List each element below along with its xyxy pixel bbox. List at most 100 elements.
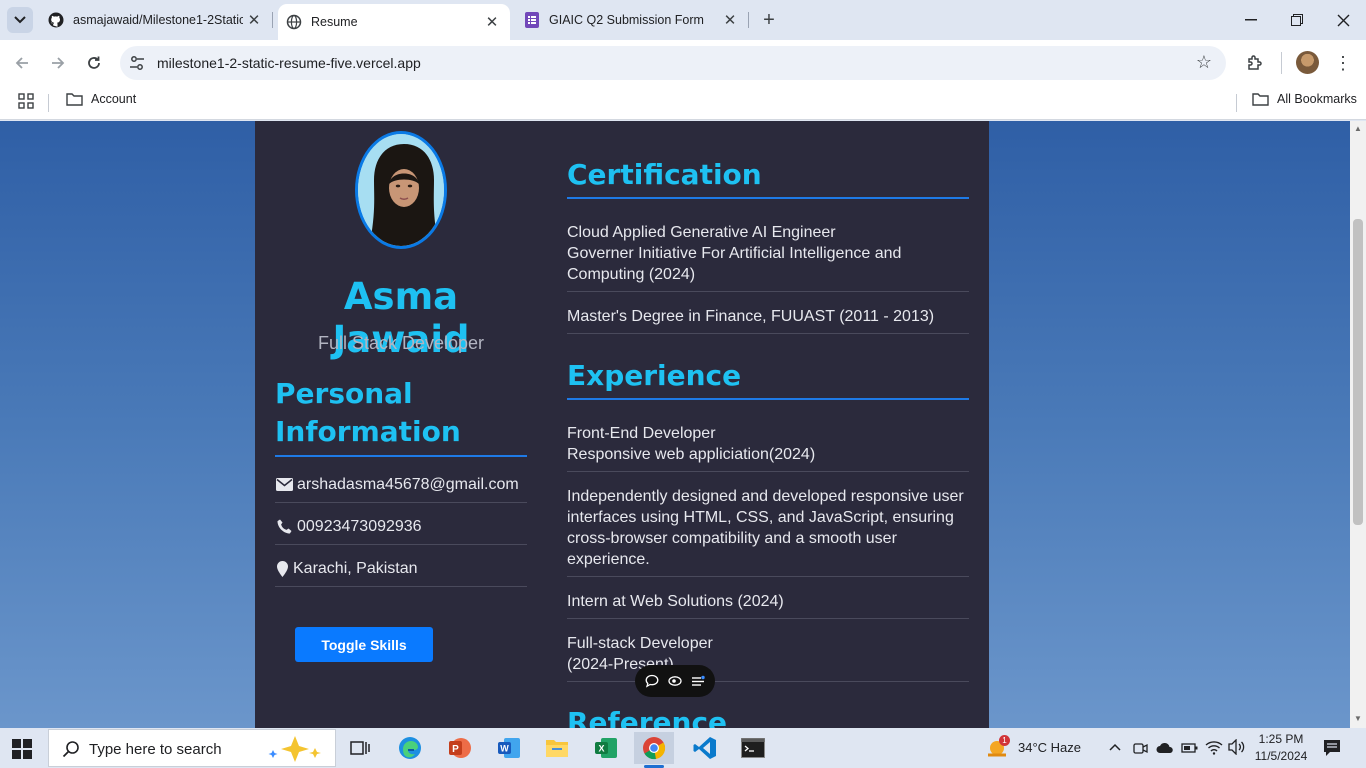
taskbar-vscode[interactable] xyxy=(685,732,725,764)
bookmark-account[interactable]: Account xyxy=(66,92,136,106)
chat-bubble-icon[interactable] xyxy=(645,674,659,688)
menu-kebab-icon[interactable]: ⋮ xyxy=(1330,50,1356,76)
personal-info-heading: Personal Information xyxy=(275,375,527,457)
taskbar-chrome-active[interactable] xyxy=(634,732,674,768)
certification-title: Cloud Applied Generative AI Engineer xyxy=(567,224,836,241)
folder-icon xyxy=(66,92,83,106)
chrome-icon xyxy=(643,737,666,760)
windows-start-icon[interactable] xyxy=(12,739,32,759)
bookmark-star-icon[interactable]: ☆ xyxy=(1196,52,1212,73)
experience-item: Front-End Developer Responsive web appli… xyxy=(567,423,969,472)
close-window-button[interactable] xyxy=(1320,0,1366,40)
reload-button[interactable] xyxy=(80,49,108,77)
folder-icon xyxy=(1252,92,1269,106)
contact-email: arshadasma45678@gmail.com xyxy=(275,461,527,503)
task-view-button[interactable] xyxy=(340,732,380,764)
bookmarks-bar: Account All Bookmarks xyxy=(0,86,1366,120)
onedrive-cloud-icon[interactable] xyxy=(1156,741,1174,759)
weather-widget-icon[interactable]: 1 xyxy=(986,735,1012,761)
certification-item: Master's Degree in Finance, FUUAST (2011… xyxy=(567,306,969,334)
battery-icon[interactable] xyxy=(1181,741,1199,759)
apps-grid-icon[interactable] xyxy=(18,93,34,109)
taskbar-terminal[interactable] xyxy=(733,732,773,764)
tab-separator xyxy=(272,12,273,28)
word-icon: W xyxy=(498,738,520,758)
back-button[interactable] xyxy=(8,49,36,77)
taskbar-file-explorer[interactable] xyxy=(537,732,577,764)
profile-photo xyxy=(355,131,447,249)
wifi-icon[interactable] xyxy=(1205,739,1223,760)
github-icon xyxy=(48,12,64,28)
extensions-button[interactable] xyxy=(1242,50,1268,76)
folder-icon xyxy=(546,740,568,757)
taskbar-word[interactable]: W xyxy=(489,732,529,764)
contact-phone: 00923473092936 xyxy=(275,503,527,545)
scroll-up-icon[interactable]: ▲ xyxy=(1353,124,1363,134)
eye-icon[interactable] xyxy=(668,674,682,688)
experience-item: Full-stack Developer (2024-Present) xyxy=(567,633,969,682)
tab-resume-active[interactable]: Resume ✕ xyxy=(278,4,510,40)
excel-icon: X xyxy=(595,738,617,758)
globe-icon xyxy=(286,14,302,30)
close-tab-icon[interactable]: ✕ xyxy=(484,14,500,31)
taskbar-search-box[interactable]: Type here to search xyxy=(48,729,336,767)
restore-button[interactable] xyxy=(1274,0,1320,40)
tab-github[interactable]: asmajawaid/Milestone1-2Static ✕ xyxy=(40,0,272,40)
chevron-down-icon xyxy=(14,16,26,24)
phone-icon xyxy=(275,519,293,535)
site-settings-icon[interactable] xyxy=(128,54,146,72)
notification-center-icon[interactable] xyxy=(1323,739,1341,762)
taskbar-powerpoint[interactable]: P xyxy=(439,732,479,764)
scrollbar-thumb[interactable] xyxy=(1353,219,1363,525)
clock-date: 11/5/2024 xyxy=(1254,749,1308,763)
experience-title: Full-stack Developer xyxy=(567,635,713,652)
page-scrollbar[interactable]: ▲ ▼ xyxy=(1350,121,1366,728)
tab-giaic-form[interactable]: GIAIC Q2 Submission Form ✕ xyxy=(516,0,748,40)
search-highlight-sparkle-icon xyxy=(268,736,321,762)
reload-icon xyxy=(88,56,100,69)
forward-button[interactable] xyxy=(44,49,72,77)
weather-text[interactable]: 34°C Haze xyxy=(1018,740,1081,755)
svg-text:X: X xyxy=(598,744,604,754)
toggle-skills-button[interactable]: Toggle Skills xyxy=(295,627,433,662)
contact-location-text: Karachi, Pakistan xyxy=(293,559,418,577)
contact-phone-text: 00923473092936 xyxy=(297,517,422,535)
profile-avatar[interactable] xyxy=(1296,51,1319,74)
certification-title: Master's Degree in Finance, FUUAST (2011… xyxy=(567,308,935,325)
minimize-button[interactable] xyxy=(1228,0,1274,40)
meet-now-icon[interactable] xyxy=(1133,740,1149,761)
certification-issuer: Governer Initiative For Artificial Intel… xyxy=(567,245,902,283)
tab-title: asmajawaid/Milestone1-2Static xyxy=(73,13,243,27)
tab-search-button[interactable] xyxy=(7,7,33,33)
experience-detail: Responsive web appliciation(2024) xyxy=(567,446,816,463)
vscode-icon xyxy=(693,737,716,759)
system-clock[interactable]: 1:25 PM 11/5/2024 xyxy=(1251,731,1311,765)
url-text: milestone1-2-static-resume-five.vercel.a… xyxy=(157,55,421,71)
arrow-right-icon xyxy=(52,57,65,69)
chevron-up-icon[interactable] xyxy=(1108,740,1122,759)
terminal-icon xyxy=(741,738,765,758)
page-viewport: Asma Jawaid Full Stack Developer Persona… xyxy=(0,121,1350,728)
address-bar[interactable]: milestone1-2-static-resume-five.vercel.a… xyxy=(120,46,1226,80)
puzzle-icon xyxy=(1248,55,1262,70)
close-tab-icon[interactable]: ✕ xyxy=(246,12,262,29)
tab-separator xyxy=(748,12,749,28)
close-icon xyxy=(1337,14,1349,26)
scroll-down-icon[interactable]: ▼ xyxy=(1353,714,1363,724)
resume-card: Asma Jawaid Full Stack Developer Persona… xyxy=(255,121,989,728)
all-bookmarks[interactable]: All Bookmarks xyxy=(1252,92,1357,106)
weather-badge: 1 xyxy=(999,735,1010,746)
bookmarks-divider xyxy=(1236,94,1237,112)
bookmarks-divider xyxy=(48,94,49,112)
bookmark-label: Account xyxy=(91,92,137,106)
taskbar-edge[interactable] xyxy=(390,732,430,764)
taskbar-excel[interactable]: X xyxy=(586,732,626,764)
svg-text:W: W xyxy=(500,744,509,754)
list-icon[interactable] xyxy=(691,674,705,688)
new-tab-button[interactable]: + xyxy=(756,7,782,33)
volume-icon[interactable] xyxy=(1228,738,1246,760)
close-tab-icon[interactable]: ✕ xyxy=(722,12,738,29)
minimize-icon xyxy=(1245,19,1257,21)
experience-description: Independently designed and developed res… xyxy=(567,488,964,568)
forms-icon xyxy=(524,12,540,28)
